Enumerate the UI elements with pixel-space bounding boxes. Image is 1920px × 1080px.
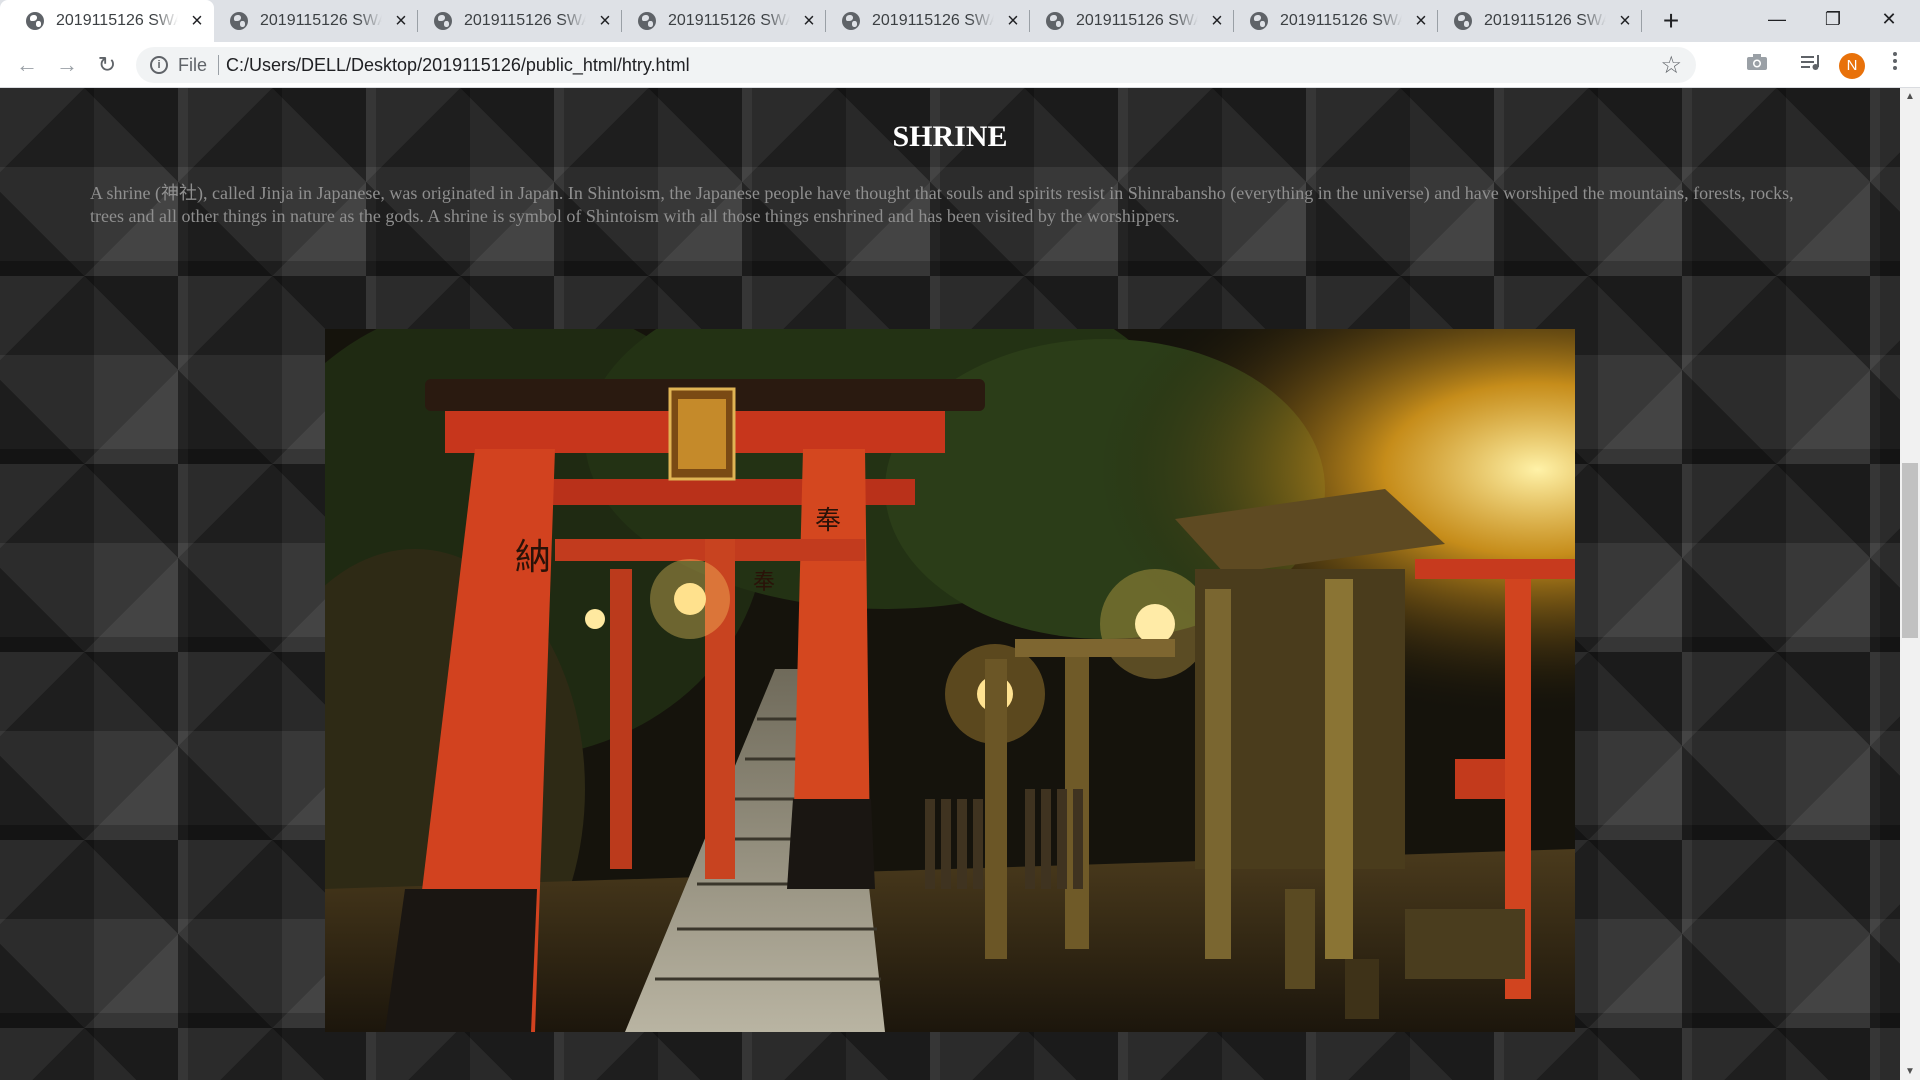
menu-icon[interactable] <box>1880 50 1910 80</box>
globe-icon <box>434 12 452 30</box>
tab-separator <box>1641 10 1642 32</box>
page-heading: SHRINE <box>892 120 1008 153</box>
globe-icon <box>842 12 860 30</box>
scheme-label: File <box>178 55 208 75</box>
globe-icon <box>1046 12 1064 30</box>
shrine-photo-illustration: 納 奉 奉 <box>325 329 1575 1032</box>
tab-title: 2019115126 SWAN <box>464 12 586 29</box>
globe-icon <box>1250 12 1268 30</box>
back-button[interactable]: ← <box>12 50 42 80</box>
tab-title: 2019115126 SWAN <box>56 12 178 29</box>
tab-title: 2019115126 SWAN <box>668 12 790 29</box>
globe-icon <box>1454 12 1472 30</box>
scroll-down-arrow-icon[interactable]: ▼ <box>1900 1063 1920 1080</box>
maximize-button[interactable]: ❐ <box>1805 0 1861 42</box>
browser-toolbar: ← → ↻ i File C:/Users/DELL/Desktop/20191… <box>0 42 1920 88</box>
tab-1[interactable]: 2019115126 SWAN × <box>0 0 214 42</box>
vertical-scrollbar[interactable]: ▲ ▼ <box>1900 88 1920 1080</box>
tab-title: 2019115126 SWAN <box>1280 12 1402 29</box>
forward-button[interactable]: → <box>52 50 82 80</box>
tab-5[interactable]: 2019115126 SWAN × <box>816 0 1030 42</box>
pillar-kanji: 奉 <box>815 506 841 536</box>
omnibox-separator <box>218 55 219 75</box>
url-text[interactable]: C:/Users/DELL/Desktop/2019115126/public_… <box>226 55 690 76</box>
tab-title: 2019115126 SWAN <box>1076 12 1198 29</box>
globe-icon <box>26 12 44 30</box>
info-icon[interactable]: i <box>150 56 168 74</box>
profile-avatar[interactable]: N <box>1839 53 1865 79</box>
globe-icon <box>230 12 248 30</box>
tab-strip: 2019115126 SWAN × 2019115126 SWAN × 2019… <box>0 0 1920 42</box>
pillar-kanji: 納 <box>515 537 551 578</box>
tab-7[interactable]: 2019115126 SWAN × <box>1224 0 1438 42</box>
globe-icon <box>638 12 656 30</box>
close-window-button[interactable]: ✕ <box>1861 0 1917 42</box>
scrollbar-thumb[interactable] <box>1902 463 1918 638</box>
tab-title: 2019115126 SWAN <box>1484 12 1606 29</box>
shrine-description: A shrine (神社), called Jinja in Japanese,… <box>90 183 1794 226</box>
camera-icon[interactable] <box>1742 50 1772 80</box>
tab-3[interactable]: 2019115126 SWAN × <box>408 0 622 42</box>
close-icon[interactable]: × <box>1616 11 1634 31</box>
tab-title: 2019115126 SWAN <box>260 12 382 29</box>
scroll-up-arrow-icon[interactable]: ▲ <box>1900 88 1920 105</box>
page-viewport: SHRINE A shrine (神社), called Jinja in Ja… <box>0 88 1900 1080</box>
tab-8[interactable]: 2019115126 SWAN × <box>1428 0 1642 42</box>
tab-6[interactable]: 2019115126 SWAN × <box>1020 0 1234 42</box>
minimize-button[interactable]: — <box>1749 0 1805 42</box>
tab-title: 2019115126 SWAN <box>872 12 994 29</box>
pillar-kanji: 奉 <box>753 570 775 595</box>
tab-4[interactable]: 2019115126 SWAN × <box>612 0 826 42</box>
media-playlist-icon[interactable] <box>1796 50 1826 80</box>
new-tab-button[interactable]: + <box>1656 6 1686 36</box>
shrine-photo: 納 奉 奉 <box>325 329 1575 1032</box>
tab-2[interactable]: 2019115126 SWAN × <box>204 0 418 42</box>
reload-button[interactable]: ↻ <box>92 50 122 80</box>
bookmark-star-icon[interactable]: ☆ <box>1660 51 1682 80</box>
address-bar[interactable]: i File C:/Users/DELL/Desktop/2019115126/… <box>136 47 1696 83</box>
